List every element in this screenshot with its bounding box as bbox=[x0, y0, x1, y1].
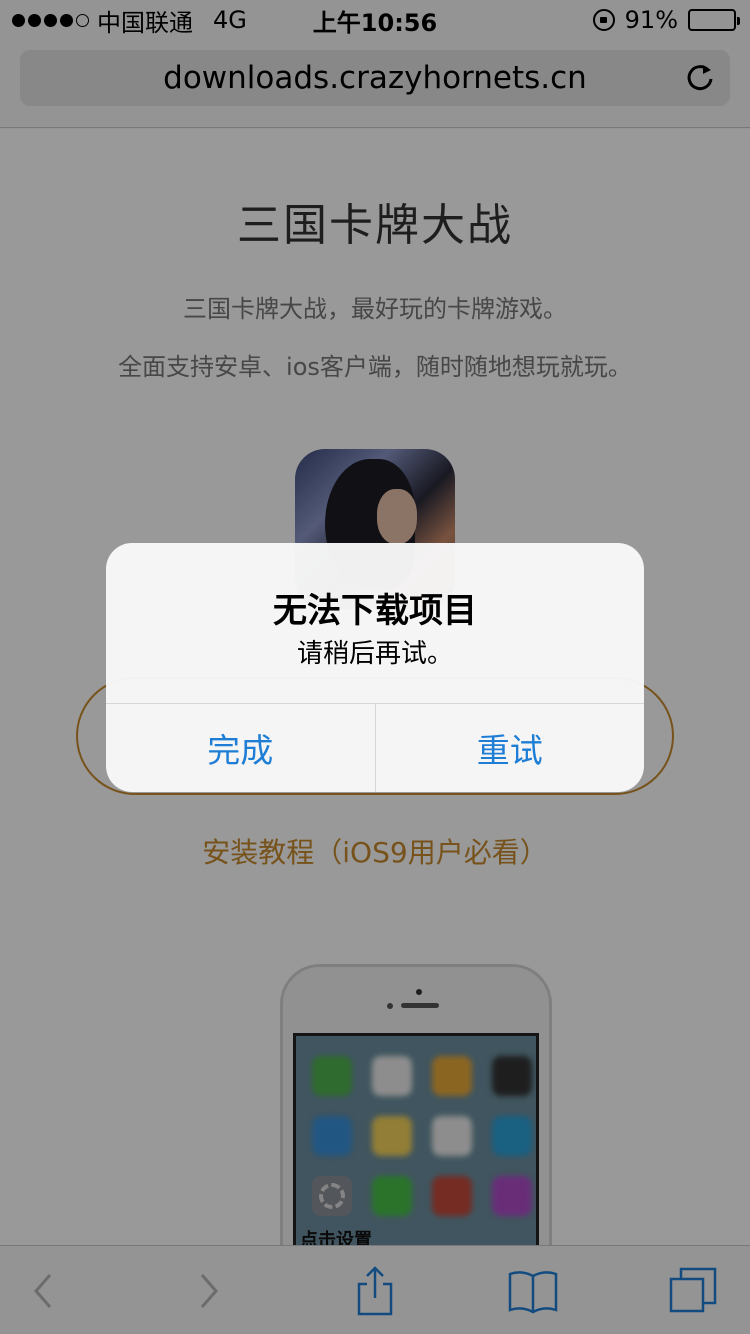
done-button[interactable]: 完成 bbox=[106, 704, 375, 792]
alert-title: 无法下载项目 bbox=[273, 591, 477, 631]
alert-message: 请稍后再试。 bbox=[296, 639, 453, 669]
alert-actions: 完成 重试 bbox=[106, 703, 644, 792]
retry-button[interactable]: 重试 bbox=[374, 704, 645, 792]
alert-dialog: 无法下载项目 请稍后再试。 完成 重试 bbox=[106, 543, 644, 792]
